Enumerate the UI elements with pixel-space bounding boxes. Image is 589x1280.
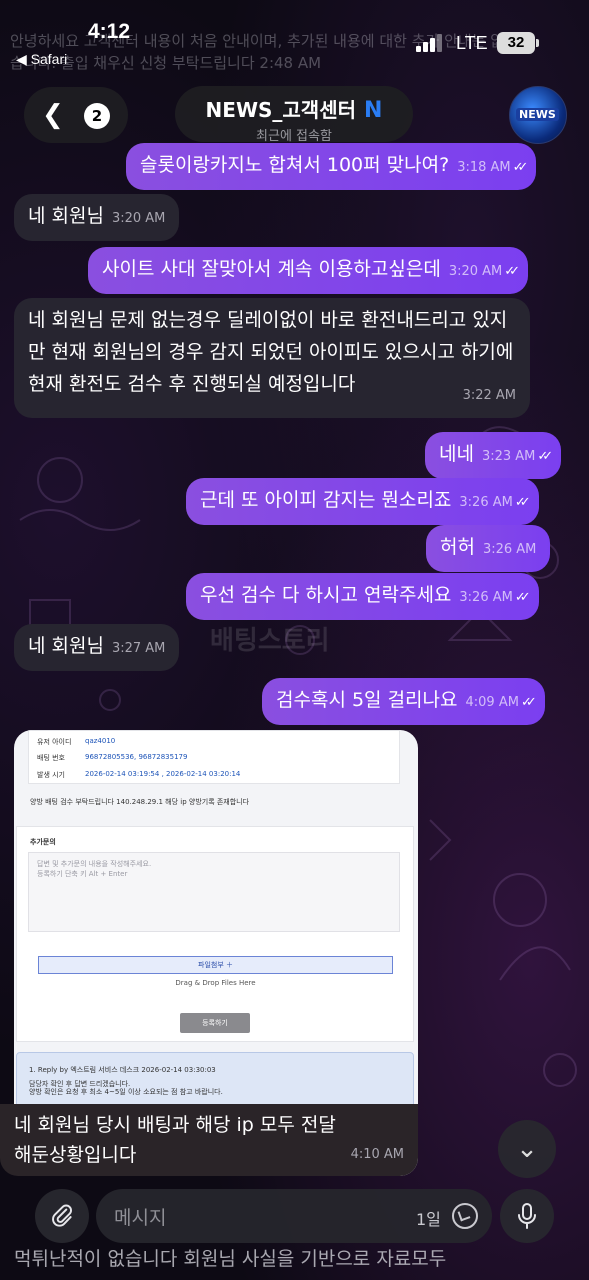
attach-button[interactable] bbox=[35, 1189, 89, 1243]
message-bubble-out[interactable]: 검수혹시 5일 걸리나요 4:09 AM ✓✓ bbox=[262, 678, 545, 725]
message-bubble-in[interactable]: 네 회원님 문제 없는경우 딜레이없이 바로 환전내드리고 있지만 현재 회원님… bbox=[14, 298, 530, 418]
chevron-left-icon: ❮ bbox=[42, 100, 64, 130]
message-bubble-in[interactable]: 네 회원님 3:27 AM bbox=[14, 624, 180, 671]
message-text: 네 회원님 bbox=[28, 635, 104, 657]
message-text: 우선 검수 다 하시고 연락주세요 bbox=[200, 584, 452, 606]
message-time: 3:27 AM bbox=[111, 641, 166, 656]
message-time: 3:26 AM bbox=[482, 542, 537, 557]
message-time: 3:20 AM bbox=[111, 211, 166, 226]
timer-icon[interactable] bbox=[452, 1203, 478, 1229]
ticket-notice: 양방 배팅 검수 부탁드립니다 140.248.29.1 해당 ip 양방기록 … bbox=[30, 798, 250, 806]
message-time: 4:09 AM bbox=[465, 695, 519, 710]
unread-count-badge: 2 bbox=[84, 103, 110, 129]
reply-box: 1. Reply by 엑스트림 서비스 데스크 2026-02-14 03:3… bbox=[16, 1052, 414, 1112]
status-bar: 4:12 ◀ Safari LTE 32 bbox=[0, 0, 589, 70]
microphone-icon bbox=[518, 1203, 536, 1229]
message-text: 사이트 사대 잘맞아서 계속 이용하고싶은데 bbox=[102, 258, 441, 280]
double-check-icon: ✓✓ bbox=[504, 264, 520, 279]
message-bubble-in[interactable]: 네 회원님 당시 배팅과 해당 ip 모두 전달 해둔상황입니다 4:10 AM bbox=[0, 1104, 418, 1176]
time-label: 발생 시기 bbox=[37, 771, 65, 779]
message-time: 3:18 AM bbox=[457, 160, 511, 175]
message-text: 검수혹시 5일 걸리나요 bbox=[276, 689, 458, 711]
textarea-placeholder: 답변 및 추가문의 내용을 작성해주세요. bbox=[37, 860, 152, 868]
back-to-safari-link[interactable]: ◀ Safari bbox=[16, 51, 67, 68]
chat-title: NEWS_고객센터 N bbox=[205, 98, 383, 123]
message-time: 3:23 AM bbox=[481, 449, 536, 464]
n-logo-icon: N bbox=[364, 98, 383, 123]
chevron-down-icon: ⌄ bbox=[516, 1134, 538, 1164]
message-time: 3:20 AM bbox=[448, 264, 503, 279]
message-text: 네 회원님 bbox=[28, 205, 104, 227]
drag-drop-label: Drag & Drop Files Here bbox=[175, 979, 256, 987]
message-bubble-out[interactable]: 우선 검수 다 하시고 연락주세요 3:26 AM ✓✓ bbox=[186, 573, 539, 620]
time-value: 2026-02-14 03:19:54 , 2026-02-14 03:20:1… bbox=[85, 770, 241, 778]
chat-avatar[interactable]: NEWS bbox=[509, 86, 567, 144]
message-text: 근데 또 아이피 감지는 뭔소리죠 bbox=[200, 489, 452, 511]
message-text: 네 회원님 문제 없는경우 딜레이없이 바로 환전내드리고 있지만 현재 회원님… bbox=[28, 309, 514, 395]
register-button: 등록하기 bbox=[180, 1013, 250, 1033]
message-time: 4:10 AM bbox=[350, 1147, 404, 1162]
message-bubble-out[interactable]: 네네 3:23 AM ✓✓ bbox=[425, 432, 562, 479]
reply-line-2: 양방 확인은 요청 후 최소 4~5일 이상 소요되는 점 참고 바랍니다. bbox=[29, 1088, 223, 1096]
message-bubble-out[interactable]: 근데 또 아이피 감지는 뭔소리죠 3:26 AM ✓✓ bbox=[186, 478, 539, 525]
double-check-icon: ✓✓ bbox=[512, 160, 529, 175]
message-bubble-in[interactable]: 네 회원님 3:20 AM bbox=[14, 194, 180, 241]
double-check-icon: ✓✓ bbox=[537, 449, 553, 464]
double-check-icon: ✓✓ bbox=[514, 590, 531, 605]
reply-title: 1. Reply by 엑스트림 서비스 데스크 2026-02-14 03:3… bbox=[29, 1066, 216, 1074]
double-check-icon: ✓✓ bbox=[514, 495, 531, 510]
message-text: 허허 bbox=[440, 536, 475, 558]
network-type: LTE bbox=[456, 33, 488, 53]
message-placeholder: 메시지 bbox=[114, 1207, 167, 1229]
chat-title-pill[interactable]: NEWS_고객센터 N 최근에 접속함 bbox=[175, 86, 413, 144]
message-bubble-out[interactable]: 슬롯이랑카지노 합쳐서 100퍼 맞나여? 3:18 AM ✓✓ bbox=[126, 143, 537, 190]
double-check-icon: ✓✓ bbox=[520, 695, 537, 710]
battery-icon: 32 bbox=[497, 32, 539, 54]
message-text: 네네 bbox=[439, 443, 474, 465]
message-bubble-out[interactable]: 허허 3:26 AM bbox=[426, 525, 551, 572]
avatar-logo-text: NEWS bbox=[516, 108, 559, 121]
bet-no-value: 96872805536, 96872835179 bbox=[85, 753, 188, 761]
message-input[interactable]: 메시지 1일 bbox=[96, 1189, 492, 1243]
textarea-hint: 등록하기 단축 키 Alt + Enter bbox=[37, 870, 128, 878]
watermark-logo: 배팅스토리 bbox=[210, 626, 330, 656]
user-id-label: 유저 아이디 bbox=[37, 738, 72, 746]
ticket-info-panel: 유저 아이디 qaz4010 배팅 번호 96872805536, 968728… bbox=[28, 730, 400, 784]
paperclip-icon bbox=[52, 1204, 72, 1227]
message-text-line-1: 네 회원님 당시 배팅과 해당 ip 모두 전달 bbox=[14, 1114, 336, 1136]
cell-signal-icon bbox=[416, 34, 444, 52]
message-text-line-2: 해둔상황입니다 bbox=[14, 1144, 137, 1166]
inquiry-textarea: 답변 및 추가문의 내용을 작성해주세요. 등록하기 단축 키 Alt + Ent… bbox=[28, 852, 400, 932]
bet-no-label: 배팅 번호 bbox=[37, 754, 65, 762]
message-text: 슬롯이랑카지노 합쳐서 100퍼 맞나여? bbox=[140, 154, 450, 176]
message-time: 3:26 AM bbox=[459, 495, 513, 510]
scroll-to-bottom-button[interactable]: ⌄ bbox=[498, 1120, 556, 1178]
clock: 4:12 bbox=[88, 20, 131, 43]
next-message-peek: 먹튀난적이 없습니다 회원님 사실을 기반으로 자료모두 bbox=[14, 1248, 447, 1270]
back-button[interactable]: ❮ 2 bbox=[24, 87, 128, 143]
message-time: 3:22 AM bbox=[462, 388, 516, 403]
last-seen-status: 최근에 접속함 bbox=[256, 129, 332, 144]
inquiry-label: 추가문의 bbox=[30, 838, 56, 846]
user-id-value: qaz4010 bbox=[85, 737, 116, 745]
file-attach-button: 파일첨부 ＋ bbox=[38, 956, 393, 974]
auto-delete-label: 1일 bbox=[416, 1210, 441, 1229]
message-bubble-out[interactable]: 사이트 사대 잘맞아서 계속 이용하고싶은데 3:20 AM ✓✓ bbox=[88, 247, 529, 294]
microphone-button[interactable] bbox=[500, 1189, 554, 1243]
message-time: 3:26 AM bbox=[459, 590, 513, 605]
